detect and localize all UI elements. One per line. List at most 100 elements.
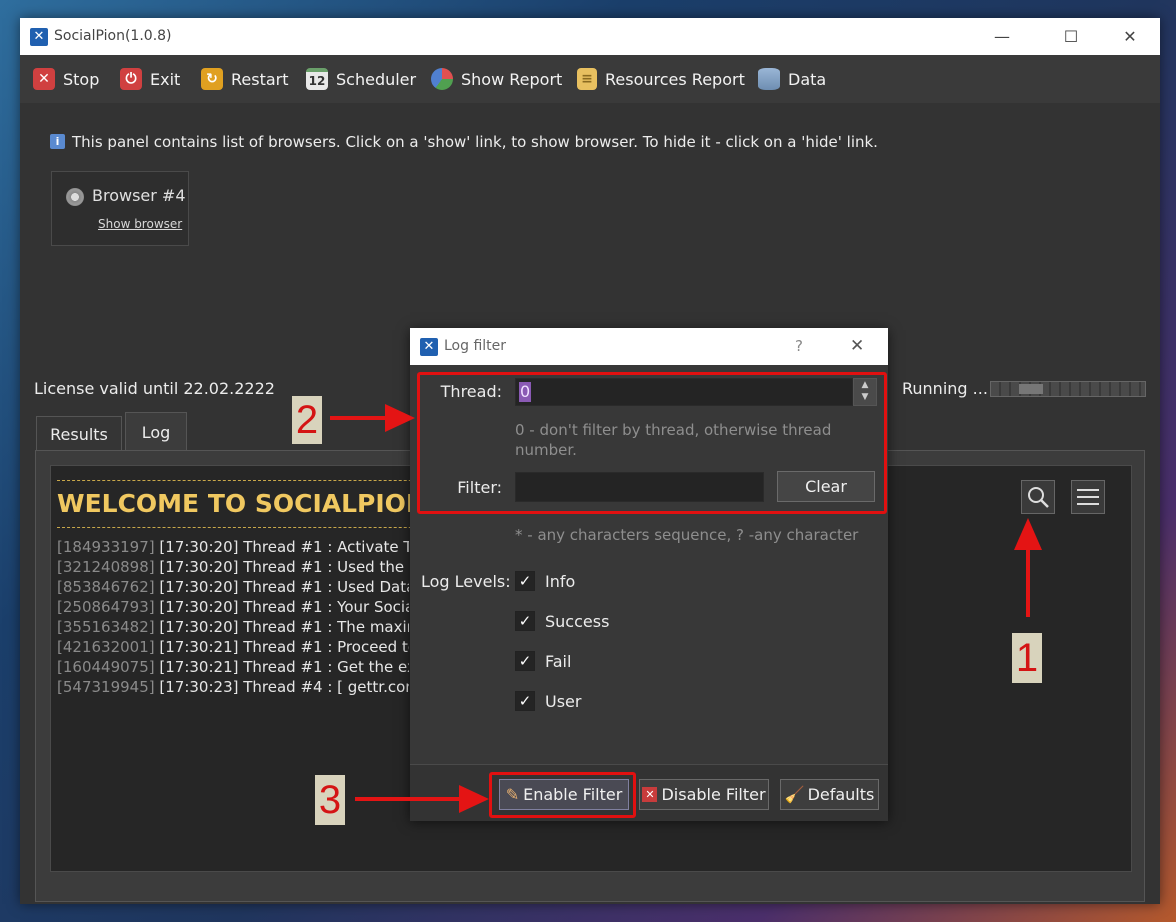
log-line-id: [853846762] [57, 578, 155, 596]
log-line-text: [17:30:21] Thread #1 : Proceed to [159, 638, 409, 656]
document-icon: ≡ [577, 68, 597, 90]
checkbox-info-label: Info [545, 571, 576, 591]
log-line: [250864793] [17:30:20] Thread #1 : Your … [57, 597, 409, 617]
log-line-id: [547319945] [57, 678, 155, 696]
tab-log[interactable]: Log [125, 412, 187, 451]
log-line-id: [250864793] [57, 598, 155, 616]
hamburger-menu-icon [1077, 489, 1099, 505]
browser-card[interactable]: Browser #4 Show browser [51, 171, 189, 246]
arrow-3-shaft [355, 797, 463, 801]
highlight-filter-fields [417, 372, 887, 514]
checkbox-success-label: Success [545, 611, 610, 631]
stop-button[interactable]: ✕ Stop [33, 64, 99, 94]
log-line: [160449075] [17:30:21] Thread #1 : Get t… [57, 657, 409, 677]
log-line-text: [17:30:23] Thread #4 : [ gettr.com [159, 678, 409, 696]
log-line-text: [17:30:20] Thread #1 : Your Social [159, 598, 409, 616]
app-logo-icon: ✕ [30, 28, 48, 46]
exit-button[interactable]: ⏻ Exit [120, 64, 180, 94]
dialog-close-button[interactable]: ✕ [850, 336, 864, 356]
log-line-id: [321240898] [57, 558, 155, 576]
show-report-label: Show Report [461, 69, 563, 89]
stop-icon: ✕ [33, 68, 55, 90]
checkbox-fail[interactable]: ✓ Fail [515, 651, 571, 671]
arrow-1-shaft [1026, 545, 1030, 617]
progress-indicator [1019, 384, 1043, 394]
arrow-2-head-icon [385, 404, 415, 432]
log-line-text: [17:30:20] Thread #1 : Activate Try [159, 538, 409, 556]
log-line-id: [160449075] [57, 658, 155, 676]
log-line-text: [17:30:20] Thread #1 : Used Data C [159, 578, 409, 596]
highlight-enable-button [489, 772, 636, 818]
maximize-button[interactable]: ☐ [1048, 18, 1094, 55]
welcome-divider-top [57, 480, 457, 481]
checkbox-user[interactable]: ✓ User [515, 691, 581, 711]
license-text: License valid until 22.02.2222 [34, 379, 275, 398]
log-line-id: [421632001] [57, 638, 155, 656]
broom-icon: 🧹 [784, 785, 805, 804]
restart-icon: ↻ [201, 68, 223, 90]
log-line: [184933197] [17:30:20] Thread #1 : Activ… [57, 537, 409, 557]
progress-bar [990, 381, 1146, 397]
info-text: This panel contains list of browsers. Cl… [72, 133, 878, 151]
log-levels-label: Log Levels: [421, 572, 511, 591]
power-icon: ⏻ [120, 68, 142, 90]
stop-label: Stop [63, 69, 100, 89]
restart-label: Restart [231, 69, 289, 89]
annotation-2: 2 [292, 396, 322, 444]
data-label: Data [788, 69, 827, 89]
log-line: [547319945] [17:30:23] Thread #4 : [ get… [57, 677, 409, 697]
log-line: [421632001] [17:30:21] Thread #1 : Proce… [57, 637, 409, 657]
checkbox-success[interactable]: ✓ Success [515, 611, 609, 631]
scheduler-label: Scheduler [336, 69, 417, 89]
disable-filter-button[interactable]: ✕ Disable Filter [639, 779, 769, 810]
annotation-1: 1 [1012, 633, 1042, 683]
log-line-text: [17:30:21] Thread #1 : Get the exis [159, 658, 409, 676]
database-icon [758, 68, 780, 90]
window-title: SocialPion(1.0.8) [54, 28, 172, 44]
annotation-3: 3 [315, 775, 345, 825]
log-line: [355163482] [17:30:20] Thread #1 : The m… [57, 617, 409, 637]
browser-title: Browser #4 [92, 186, 186, 205]
resources-report-label: Resources Report [605, 69, 745, 89]
exit-label: Exit [150, 69, 181, 89]
menu-button[interactable] [1071, 480, 1105, 514]
welcome-heading: WELCOME TO SOCIALPION [57, 489, 427, 518]
dialog-title-bar: ✕ Log filter ? ✕ [410, 328, 888, 365]
checkbox-user-label: User [545, 691, 582, 711]
highlight-search [1014, 477, 1058, 521]
show-browser-link[interactable]: Show browser [98, 217, 182, 231]
check-icon[interactable]: ✓ [515, 651, 535, 671]
filter-hint: * - any characters sequence, ? -any char… [515, 526, 859, 544]
scheduler-button[interactable]: 12 Scheduler [306, 64, 416, 94]
defaults-button[interactable]: 🧹 Defaults [780, 779, 879, 810]
check-icon[interactable]: ✓ [515, 611, 535, 631]
close-button[interactable]: ✕ [1107, 18, 1153, 55]
restart-button[interactable]: ↻ Restart [201, 64, 289, 94]
checkbox-fail-label: Fail [545, 651, 572, 671]
defaults-label: Defaults [807, 785, 875, 804]
log-line-id: [355163482] [57, 618, 155, 636]
show-report-button[interactable]: Show Report [431, 64, 562, 94]
calendar-icon: 12 [306, 68, 328, 90]
minimize-button[interactable]: — [979, 18, 1025, 55]
help-button[interactable]: ? [795, 337, 803, 355]
data-button[interactable]: Data [758, 64, 826, 94]
arrow-1-head-icon [1014, 518, 1042, 550]
pie-chart-icon [431, 68, 453, 90]
title-bar: ✕ SocialPion(1.0.8) — ☐ ✕ [20, 18, 1160, 55]
log-line-id: [184933197] [57, 538, 155, 556]
welcome-divider-bottom [57, 527, 457, 528]
check-icon[interactable]: ✓ [515, 571, 535, 591]
checkbox-info[interactable]: ✓ Info [515, 571, 575, 591]
close-red-icon: ✕ [642, 787, 658, 802]
check-icon[interactable]: ✓ [515, 691, 535, 711]
toolbar: ✕ Stop ⏻ Exit ↻ Restart 12 Scheduler Sho… [20, 55, 1160, 103]
dialog-logo-icon: ✕ [420, 338, 438, 356]
arrow-2-shaft [330, 416, 390, 420]
resources-report-button[interactable]: ≡ Resources Report [577, 64, 745, 94]
disable-filter-label: Disable Filter [661, 785, 766, 804]
tab-results[interactable]: Results [36, 416, 122, 451]
info-icon: i [50, 134, 65, 149]
dialog-title: Log filter [444, 338, 507, 354]
log-line: [853846762] [17:30:20] Thread #1 : Used … [57, 577, 409, 597]
